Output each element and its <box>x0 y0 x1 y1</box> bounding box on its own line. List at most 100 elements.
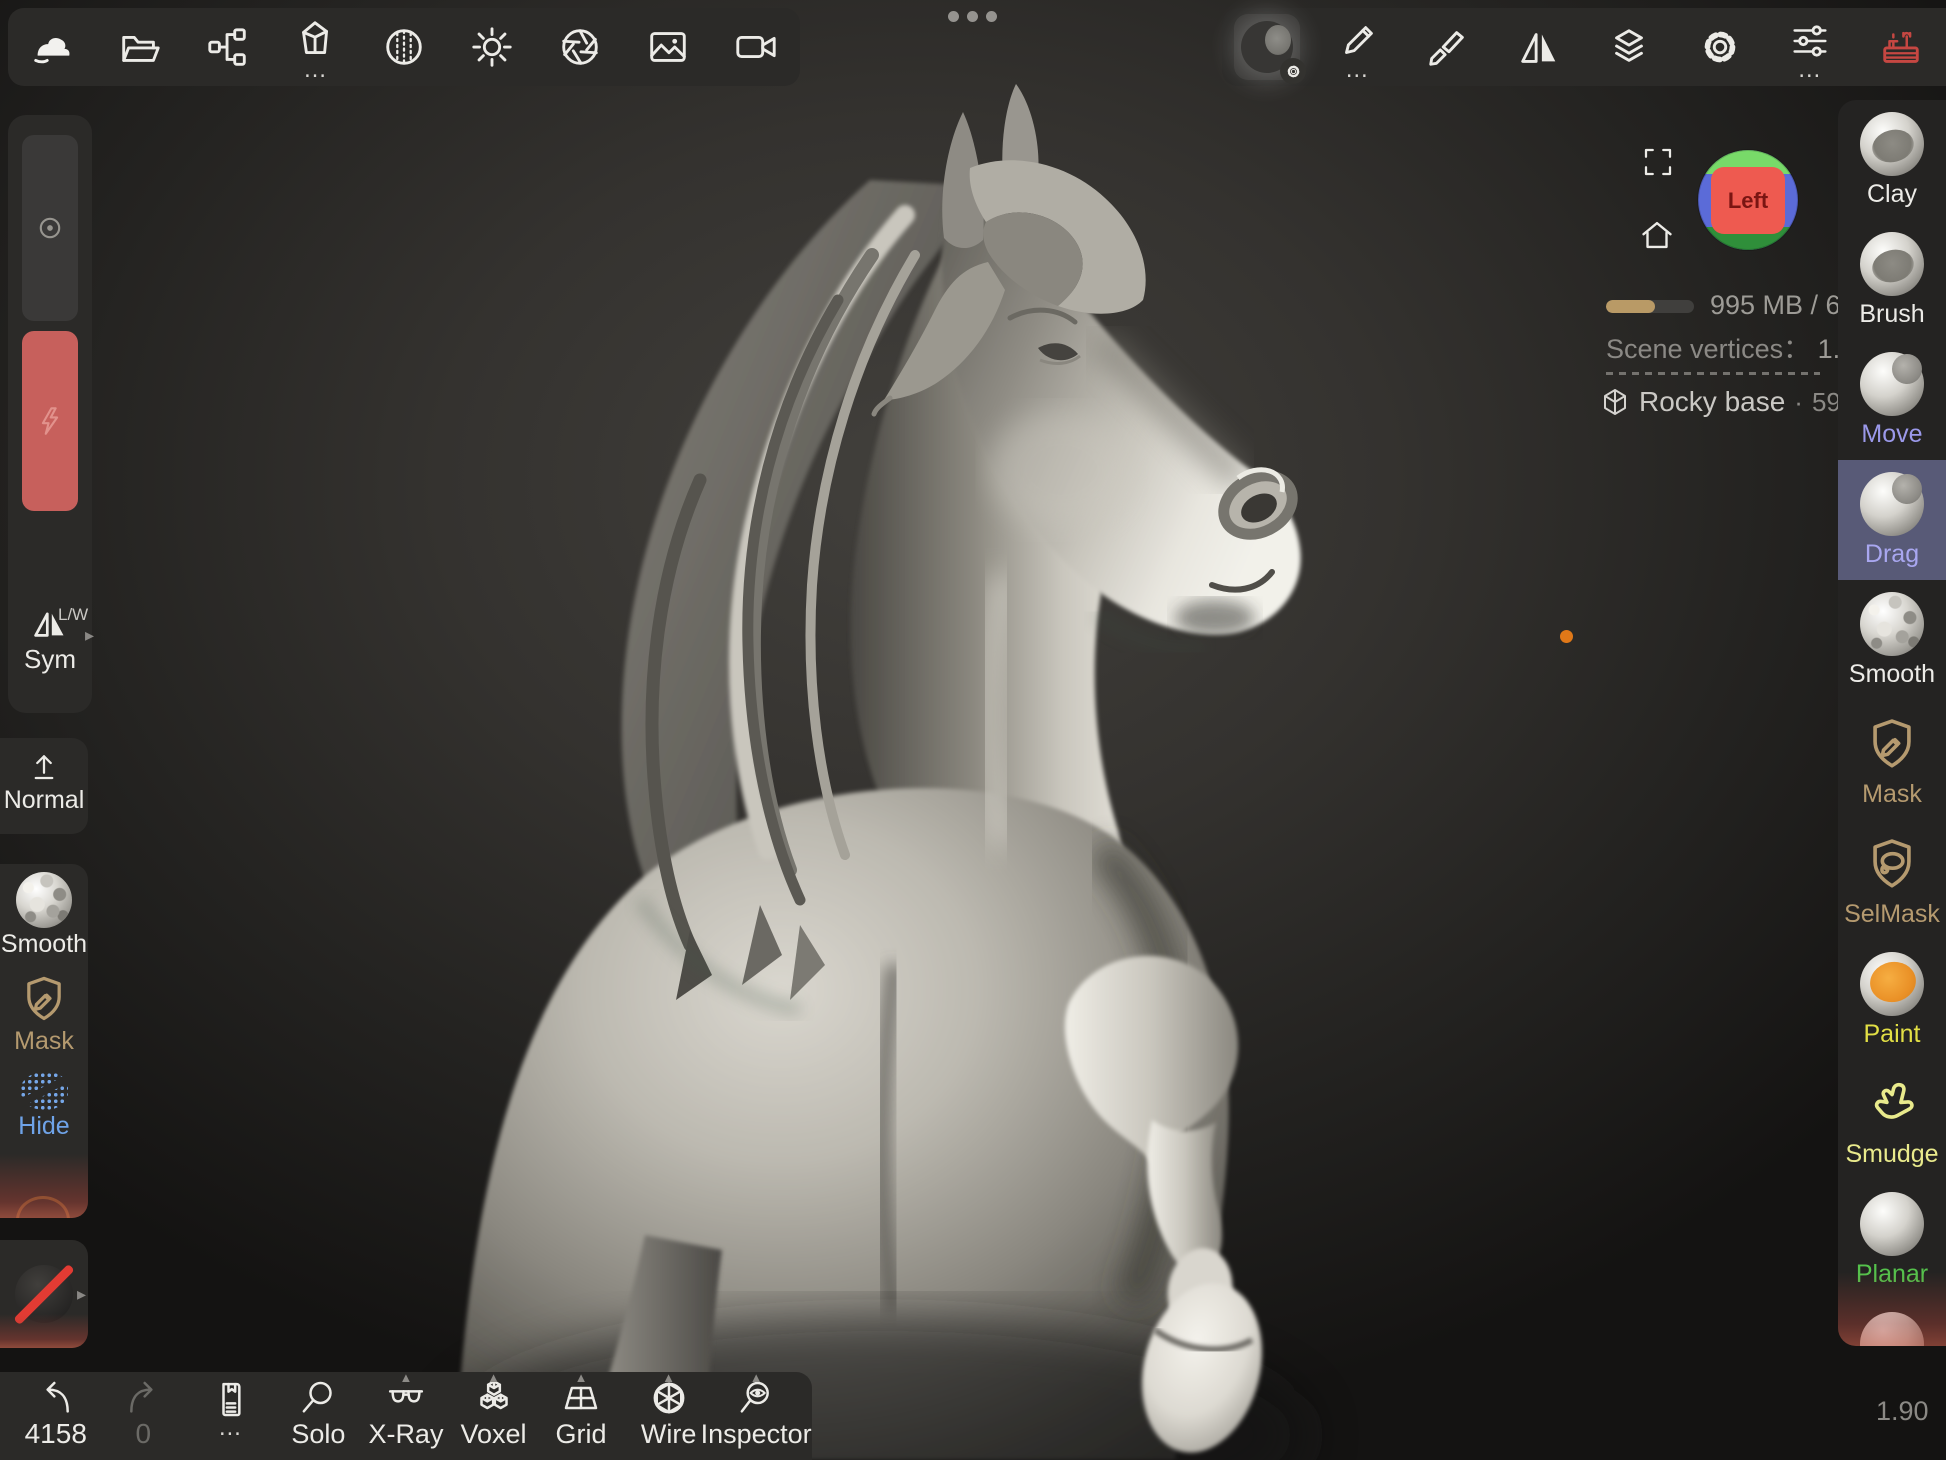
inspector-button[interactable]: ▲ Inspector <box>713 1378 799 1458</box>
tool-label: SelMask <box>1844 900 1940 929</box>
tool-label: Clay <box>1867 180 1917 209</box>
chevron-right-icon[interactable]: ▸ <box>85 625 94 646</box>
radius-slider[interactable] <box>22 135 78 321</box>
brush-tool-planar[interactable]: Planar <box>1838 1180 1946 1300</box>
memory-bar <box>1606 300 1694 313</box>
brush-tool-clay[interactable]: Clay <box>1838 100 1946 220</box>
brush-sidebar: Clay Brush Move Drag Smooth Mask <box>1838 100 1946 1346</box>
grid-button[interactable]: ▲ Grid <box>538 1378 624 1458</box>
symmetry-button[interactable] <box>1496 8 1582 86</box>
topology-button[interactable] <box>361 8 447 86</box>
material-settings-badge[interactable] <box>1280 58 1306 84</box>
scene-object-row[interactable]: Rocky base · 598k <box>1600 386 1868 418</box>
history-button[interactable]: … <box>188 1378 274 1458</box>
symmetry-label: Sym <box>8 644 92 675</box>
background-button[interactable] <box>625 8 711 86</box>
sphere-slash-icon <box>15 1265 73 1323</box>
view-mode-label: Wire <box>641 1419 697 1450</box>
gear-icon <box>1285 63 1302 80</box>
mirror-triangles-icon <box>1516 24 1562 70</box>
brush-tool-partial[interactable] <box>1838 1300 1946 1346</box>
memory-bar-fill <box>1606 300 1655 313</box>
undo-button[interactable]: 4158 <box>13 1378 99 1458</box>
brush-tool-smooth[interactable]: Smooth <box>1838 580 1946 700</box>
selmask-shield-lasso-icon <box>1863 835 1921 893</box>
voxel-button[interactable]: ▲ Voxel <box>451 1378 537 1458</box>
paint-sphere-icon <box>1860 952 1924 1016</box>
paint-brush-icon <box>1425 24 1471 70</box>
topology-sphere-icon <box>381 24 427 70</box>
scene-vertices-label: Scene vertices： <box>1606 334 1810 364</box>
camera-button[interactable] <box>713 8 799 86</box>
debug-tools-button[interactable] <box>1858 8 1944 86</box>
quick-tool-mask[interactable]: Mask <box>0 959 88 1056</box>
brush-tool-paint[interactable]: Paint <box>1838 940 1946 1060</box>
brush-tool-move[interactable]: Move <box>1838 340 1946 460</box>
material-button[interactable] <box>1224 8 1310 86</box>
redo-button[interactable]: 0 <box>100 1378 186 1458</box>
quick-tool-hide[interactable]: Hide <box>0 1056 88 1141</box>
nomad-logo-icon <box>29 24 75 70</box>
matcap-disabled-panel[interactable]: ▸ <box>0 1240 88 1348</box>
gizmo-peek <box>16 1196 70 1218</box>
smooth-rocky-sphere-icon <box>1860 592 1924 656</box>
sun-icon <box>469 24 515 70</box>
chevron-right-icon[interactable]: ▸ <box>77 1284 86 1305</box>
painting-button[interactable] <box>1405 8 1491 86</box>
solo-button[interactable]: ▲ Solo <box>275 1378 361 1458</box>
redo-arrow-icon <box>121 1378 165 1418</box>
multitask-handle[interactable] <box>948 11 997 22</box>
interface-button[interactable]: … <box>1767 8 1853 86</box>
brush-tool-brush[interactable]: Brush <box>1838 220 1946 340</box>
drag-sphere-icon <box>1860 472 1924 536</box>
nomad-sculpt-app: … <box>0 0 1946 1460</box>
post-process-button[interactable] <box>537 8 623 86</box>
lighting-button[interactable] <box>449 8 535 86</box>
tool-label: Smooth <box>1 930 87 959</box>
image-icon <box>645 24 691 70</box>
layers-button[interactable] <box>1586 8 1672 86</box>
scene-graph-button[interactable] <box>185 8 271 86</box>
stroke-normal-panel[interactable]: Normal <box>0 738 88 834</box>
app-logo-button[interactable] <box>9 8 95 86</box>
stroke-button[interactable]: … <box>1315 8 1401 86</box>
more-indicator: … <box>1345 66 1371 76</box>
caret-up-icon: ▲ <box>750 1370 763 1385</box>
mesh-primitive-button[interactable]: … <box>273 8 359 86</box>
info-separator <box>1606 372 1820 375</box>
caret-up-icon: ▲ <box>400 1370 413 1385</box>
gear-icon <box>1697 24 1743 70</box>
tool-label: Mask <box>1862 780 1922 809</box>
tool-label: Paint <box>1864 1020 1921 1049</box>
tool-label: Drag <box>1865 540 1919 569</box>
view-mode-label: Inspector <box>701 1419 812 1450</box>
brush-tool-drag[interactable]: Drag <box>1838 460 1946 580</box>
move-sphere-icon <box>1860 352 1924 416</box>
caret-up-icon: ▲ <box>662 1370 675 1385</box>
symmetry-toggle[interactable]: L/W ▸ Sym <box>8 603 92 675</box>
orientation-gizmo[interactable]: Left <box>1696 148 1800 252</box>
xray-button[interactable]: ▲ X-Ray <box>363 1378 449 1458</box>
object-name: Rocky base <box>1639 386 1785 418</box>
view-mode-label: Voxel <box>460 1419 526 1450</box>
brush-tool-smudge[interactable]: Smudge <box>1838 1060 1946 1180</box>
scene-graph-icon <box>205 24 251 70</box>
intensity-slider[interactable] <box>22 331 78 511</box>
smooth-rocky-sphere-icon <box>16 872 72 928</box>
home-view-button[interactable] <box>1638 216 1676 254</box>
brush-sphere-icon <box>1860 232 1924 296</box>
tool-label: Smooth <box>1849 660 1935 689</box>
smudge-finger-icon <box>1863 1075 1921 1133</box>
brush-tool-selmask[interactable]: SelMask <box>1838 820 1946 940</box>
wire-button[interactable]: ▲ Wire <box>626 1378 712 1458</box>
files-button[interactable] <box>97 8 183 86</box>
brush-tool-mask[interactable]: Mask <box>1838 700 1946 820</box>
fullscreen-button[interactable] <box>1640 144 1676 180</box>
settings-button[interactable] <box>1677 8 1763 86</box>
quick-tool-smooth[interactable]: Smooth <box>0 864 88 959</box>
layers-icon <box>1606 24 1652 70</box>
bottom-toolbar: 4158 0 … ▲ Solo ▲ <box>0 1372 812 1460</box>
brush-cursor-dot <box>1560 630 1573 643</box>
mesh-hexagon-icon <box>1600 387 1630 417</box>
symmetry-mode-superscript: L/W <box>58 605 88 625</box>
